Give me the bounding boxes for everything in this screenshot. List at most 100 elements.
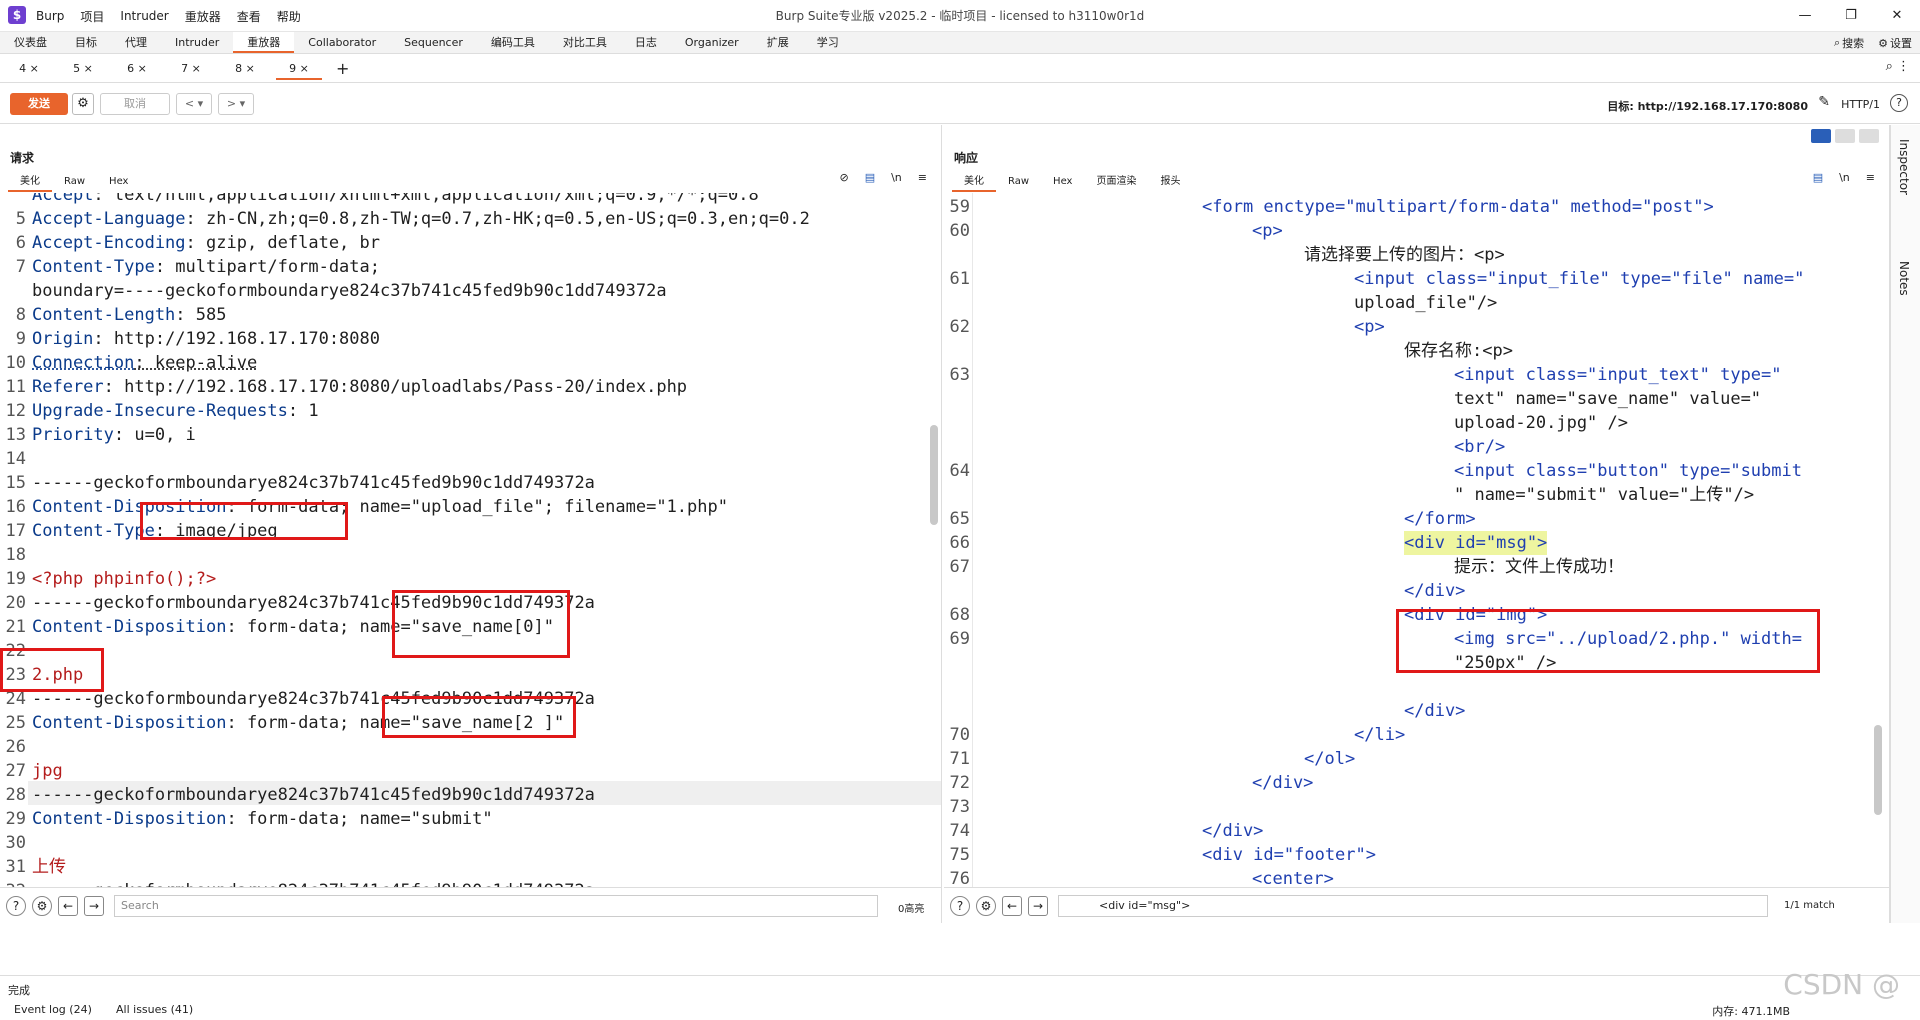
tab-proxy[interactable]: 代理 (111, 32, 161, 53)
menu-help[interactable]: 帮助 (277, 8, 301, 25)
event-log-link[interactable]: Event log (24) (14, 1003, 92, 1016)
menu-project[interactable]: 项目 (80, 8, 104, 25)
response-tab-raw[interactable]: Raw (996, 172, 1041, 192)
line-number: 71 (949, 749, 970, 769)
newline-icon[interactable]: \n (891, 171, 902, 184)
settings-label[interactable]: 设置 (1890, 35, 1912, 51)
menu-icon[interactable]: ≡ (918, 171, 927, 184)
send-button[interactable]: 发送 (10, 93, 68, 115)
back-button[interactable]: < ▾ (176, 93, 212, 115)
close-button[interactable]: ✕ (1874, 0, 1920, 32)
request-line: Accept-Encoding: gzip, deflate, br (32, 233, 380, 253)
request-editor[interactable]: Accept: text/html,application/xhtml+xml,… (0, 193, 941, 887)
menu-intruder[interactable]: Intruder (120, 9, 168, 23)
next-icon[interactable]: → (84, 896, 104, 916)
tab-logger[interactable]: 日志 (621, 32, 671, 53)
tab-decoder[interactable]: 编码工具 (477, 32, 549, 53)
tab-learn[interactable]: 学习 (803, 32, 853, 53)
wrap-icon[interactable]: ▤ (865, 171, 875, 184)
repeater-tab-4[interactable]: 4 × (6, 58, 52, 80)
maximize-button[interactable]: ❐ (1828, 0, 1874, 32)
response-editor[interactable]: 59 <form enctype="multipart/form-data" me… (944, 193, 1889, 887)
line-number: 72 (949, 773, 970, 793)
hide-icon[interactable]: ⊘ (839, 171, 848, 184)
tab-sequencer[interactable]: Sequencer (390, 32, 477, 53)
response-line: <br/> (1454, 437, 1506, 457)
tab-organizer[interactable]: Organizer (671, 32, 753, 53)
tab-dashboard[interactable]: 仪表盘 (0, 32, 61, 53)
line-number: 63 (949, 365, 970, 385)
title-bar: $ Burp 项目 Intruder 重放器 查看 帮助 Burp Suite专… (0, 0, 1920, 32)
layout-horizontal-icon[interactable] (1835, 129, 1855, 143)
repeater-tab-5[interactable]: 5 × (60, 58, 106, 80)
menu-icon[interactable]: ≡ (1866, 171, 1875, 184)
line-number: 74 (949, 821, 970, 841)
response-line: <input class="input_file" type="file" na… (1354, 269, 1805, 289)
menu-repeater[interactable]: 重放器 (185, 8, 221, 25)
burp-logo-icon: $ (8, 6, 26, 24)
response-tab-render[interactable]: 页面渲染 (1084, 172, 1148, 192)
line-number: 7 (15, 257, 26, 277)
request-tab-raw[interactable]: Raw (52, 172, 97, 192)
cancel-button[interactable]: 取消 (100, 93, 170, 115)
inspector-tab[interactable]: Inspector (1897, 139, 1911, 195)
line-number: 12 (5, 401, 26, 421)
tab-comparer[interactable]: 对比工具 (549, 32, 621, 53)
response-tab-hex[interactable]: Hex (1041, 172, 1084, 192)
prev-icon[interactable]: ← (1002, 896, 1022, 916)
repeater-tab-8[interactable]: 8 × (222, 58, 268, 80)
notes-tab[interactable]: Notes (1897, 261, 1911, 296)
http-version[interactable]: HTTP/1 (1841, 98, 1880, 111)
wrap-icon[interactable]: ▤ (1813, 171, 1823, 184)
help-icon[interactable]: ? (6, 896, 26, 916)
repeater-tab-6[interactable]: 6 × (114, 58, 160, 80)
gear-icon[interactable]: ⚙ (32, 896, 52, 916)
response-tab-pretty[interactable]: 美化 (952, 172, 996, 192)
tab-repeater[interactable]: 重放器 (233, 32, 295, 53)
search-label[interactable]: 搜索 (1842, 35, 1864, 51)
forward-button[interactable]: > ▾ (218, 93, 254, 115)
request-search-input[interactable]: Search (114, 895, 878, 917)
request-tab-pretty[interactable]: 美化 (8, 172, 52, 192)
response-scrollbar[interactable] (1874, 725, 1882, 815)
status-text: 完成 (8, 984, 30, 997)
response-line: " name="submit" value="上传"/> (1454, 485, 1755, 505)
request-scrollbar[interactable] (930, 425, 938, 525)
prev-icon[interactable]: ← (58, 896, 78, 916)
line-number: 26 (5, 737, 26, 757)
gear-icon[interactable]: ⚙ (976, 896, 996, 916)
line-number: 15 (5, 473, 26, 493)
help-icon[interactable]: ? (950, 896, 970, 916)
action-bar: 发送 ⚙ 取消 < ▾ > ▾ 目标: http://192.168.17.17… (0, 84, 1920, 124)
next-icon[interactable]: → (1028, 896, 1048, 916)
search-icon[interactable]: ⌕ (1834, 36, 1840, 50)
response-line: text" name="save_name" value=" (1454, 389, 1762, 409)
settings-gear-icon[interactable]: ⚙ (72, 93, 94, 115)
issues-link[interactable]: All issues (41) (116, 1003, 193, 1016)
line-number: 9 (15, 329, 26, 349)
layout-split-icon[interactable] (1811, 129, 1831, 143)
tab-search-icon[interactable]: ⌕ ⋮ (1886, 59, 1910, 74)
add-tab-icon[interactable]: + (336, 59, 349, 78)
tab-collaborator[interactable]: Collaborator (294, 32, 390, 53)
menu-view[interactable]: 查看 (237, 8, 261, 25)
menu-burp[interactable]: Burp (36, 9, 64, 23)
edit-target-icon[interactable]: ✎ (1818, 94, 1830, 110)
line-number: 60 (949, 221, 970, 241)
newline-icon[interactable]: \n (1839, 171, 1850, 184)
gear-icon[interactable]: ⚙ (1878, 37, 1888, 50)
line-number: 19 (5, 569, 26, 589)
layout-single-icon[interactable] (1859, 129, 1879, 143)
repeater-tab-9[interactable]: 9 × (276, 58, 322, 80)
response-search-input[interactable]: <div id="msg"> (1058, 895, 1768, 917)
request-tab-hex[interactable]: Hex (97, 172, 140, 192)
tab-target[interactable]: 目标 (61, 32, 111, 53)
repeater-tab-7[interactable]: 7 × (168, 58, 214, 80)
minimize-button[interactable]: — (1782, 0, 1828, 32)
help-icon[interactable]: ? (1890, 94, 1908, 112)
tab-intruder[interactable]: Intruder (161, 32, 233, 53)
line-number: 68 (949, 605, 970, 625)
tab-extensions[interactable]: 扩展 (753, 32, 803, 53)
response-tab-headers[interactable]: 报头 (1148, 172, 1192, 192)
layout-toggle[interactable] (1807, 129, 1879, 143)
